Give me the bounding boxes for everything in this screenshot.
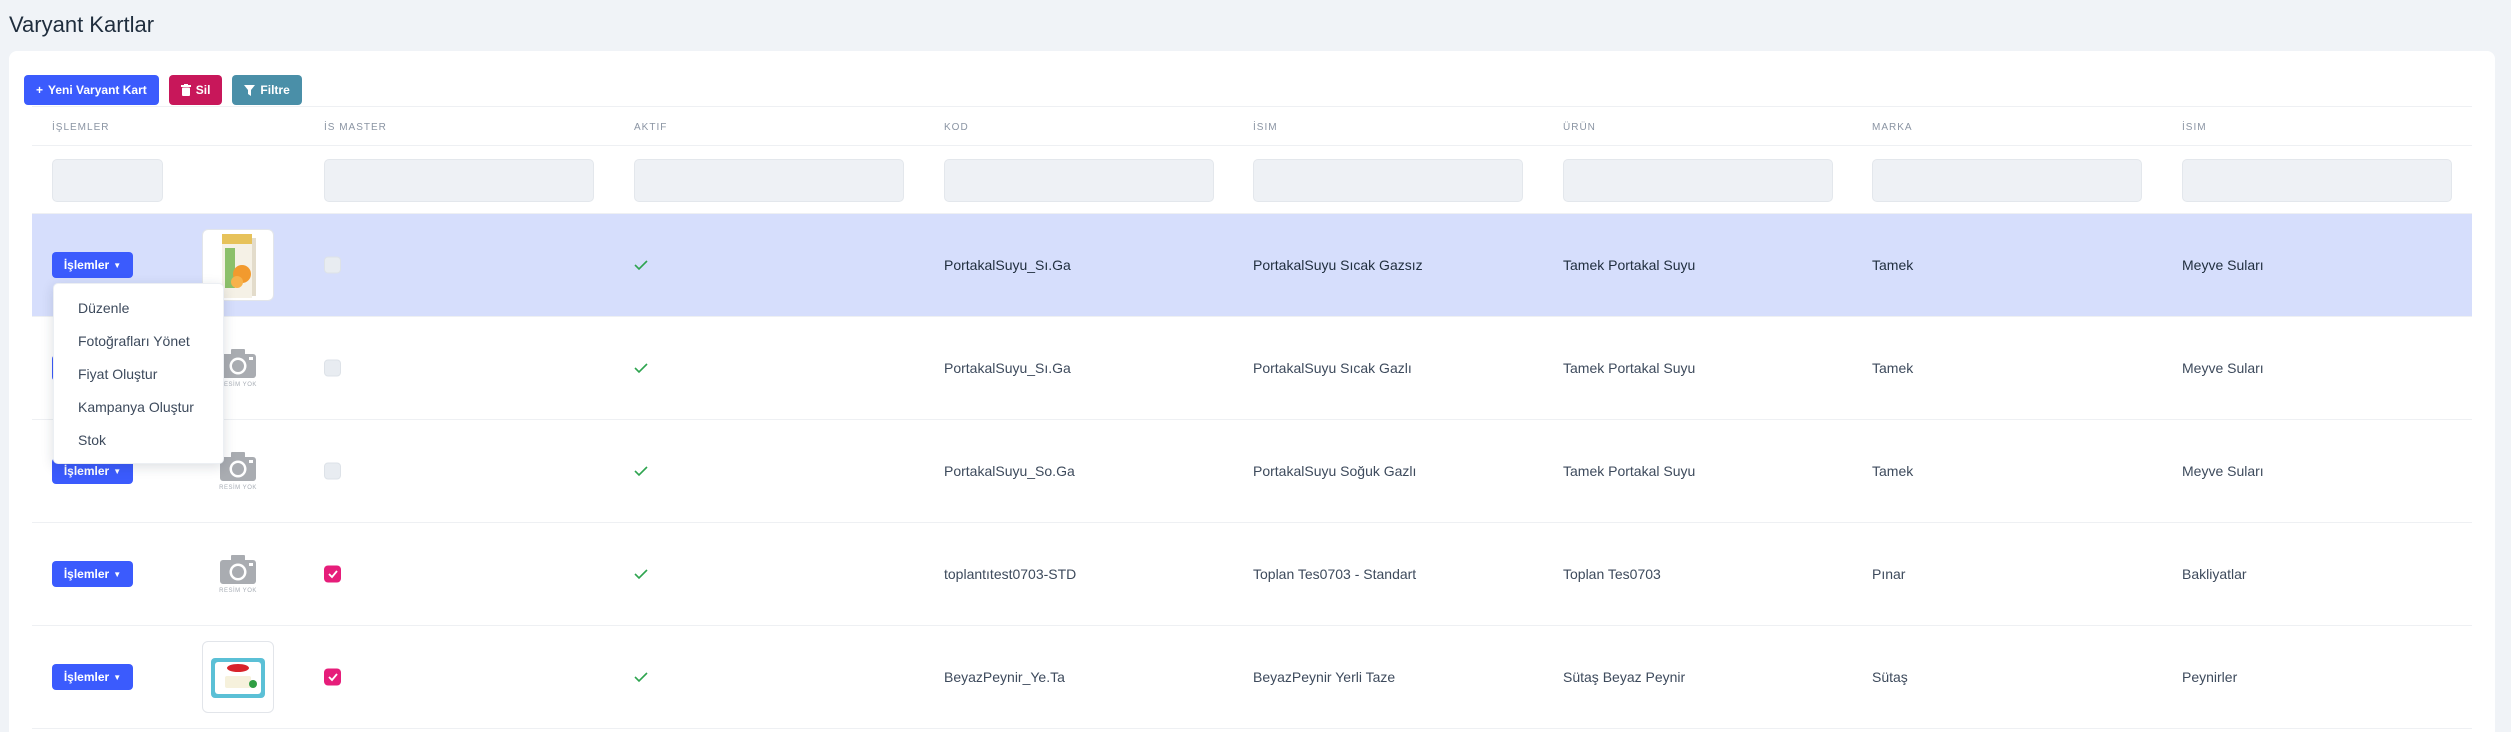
active-check-icon <box>634 466 648 477</box>
no-image-label: RESİM YOK <box>219 485 257 491</box>
is-master-checkbox[interactable] <box>324 668 341 686</box>
is-master-checkbox[interactable] <box>324 359 341 377</box>
camera-icon <box>220 555 256 584</box>
checkmark-icon <box>327 673 338 682</box>
menu-item-stock[interactable]: Stok <box>78 432 106 448</box>
column-header-is-master[interactable]: İs Master <box>324 122 387 133</box>
cell-category: Peynirler <box>2182 669 2238 685</box>
filter-button[interactable]: Filtre <box>232 75 302 105</box>
active-check-icon <box>634 260 648 271</box>
is-master-checkbox[interactable] <box>324 256 341 274</box>
row-actions-label: İşlemler <box>63 567 110 581</box>
new-variant-card-label: Yeni Varyant Kart <box>48 83 147 97</box>
filter-input-is-master[interactable] <box>324 159 594 202</box>
cell-name: PortakalSuyu Sıcak Gazlı <box>1253 360 1412 376</box>
table-row[interactable]: İşlemler ▼ RESİM YOK PortakalSuyu_So.Ga … <box>32 420 2472 523</box>
cell-code: toplantıtest0703-STD <box>944 566 1077 582</box>
cell-code: PortakalSuyu_Sı.Ga <box>944 360 1071 376</box>
no-image-placeholder: RESİM YOK <box>202 538 274 610</box>
table-header: İşlemler İs Master Aktif Kod İsim Ürün M… <box>32 106 2472 146</box>
table-body: İşlemler ▼ PortakalSuyu_Sı.Ga PortakalSu… <box>32 214 2472 729</box>
delete-button[interactable]: Sil <box>168 75 223 105</box>
camera-icon <box>220 349 256 378</box>
row-actions-label: İşlemler <box>63 258 110 272</box>
caret-down-icon: ▼ <box>113 569 122 579</box>
column-header-actions[interactable]: İşlemler <box>52 122 109 133</box>
column-header-product[interactable]: Ürün <box>1563 122 1596 133</box>
filter-label: Filtre <box>260 83 290 97</box>
menu-item-create-campaign[interactable]: Kampanya Oluştur <box>78 399 194 415</box>
row-actions-button[interactable]: İşlemler ▼ <box>52 561 133 587</box>
actions-dropdown-menu: Düzenle Fotoğrafları Yönet Fiyat Oluştur… <box>53 283 224 464</box>
active-check-icon <box>634 569 648 580</box>
caret-down-icon: ▼ <box>113 260 122 270</box>
no-image-label: RESİM YOK <box>219 588 257 594</box>
row-actions-button[interactable]: İşlemler ▼ <box>52 664 133 690</box>
filter-input-brand[interactable] <box>1872 159 2142 202</box>
checkmark-icon <box>327 570 338 579</box>
filter-row <box>32 146 2472 214</box>
cell-product: Sütaş Beyaz Peynir <box>1563 669 1686 685</box>
menu-item-manage-photos[interactable]: Fotoğrafları Yönet <box>78 333 190 349</box>
filter-input-code[interactable] <box>944 159 1214 202</box>
new-variant-card-button[interactable]: + Yeni Varyant Kart <box>24 75 159 105</box>
cell-brand: Sütaş <box>1872 669 1908 685</box>
toolbar: + Yeni Varyant Kart Sil Filtre <box>24 75 302 105</box>
is-master-checkbox[interactable] <box>324 462 341 480</box>
filter-input-category[interactable] <box>2182 159 2452 202</box>
column-header-brand[interactable]: Marka <box>1872 122 1913 133</box>
column-header-name[interactable]: İsim <box>1253 122 1278 133</box>
column-header-category[interactable]: İsim <box>2182 122 2207 133</box>
filter-input-active[interactable] <box>634 159 904 202</box>
column-header-code[interactable]: Kod <box>944 122 969 133</box>
cell-name: PortakalSuyu Sıcak Gazsız <box>1253 257 1423 273</box>
cell-name: BeyazPeynir Yerli Taze <box>1253 669 1396 685</box>
cell-code: PortakalSuyu_Sı.Ga <box>944 257 1071 273</box>
active-check-icon <box>634 672 648 683</box>
table-row[interactable]: İşlemler ▼ PortakalSuyu_Sı.Ga PortakalSu… <box>32 214 2472 317</box>
cell-category: Bakliyatlar <box>2182 566 2247 582</box>
camera-icon <box>220 452 256 481</box>
no-image-label: RESİM YOK <box>219 382 257 388</box>
filter-input-actions[interactable] <box>52 159 163 202</box>
active-check-icon <box>634 363 648 374</box>
cell-product: Tamek Portakal Suyu <box>1563 360 1696 376</box>
column-header-active[interactable]: Aktif <box>634 122 667 133</box>
cell-code: PortakalSuyu_So.Ga <box>944 463 1075 479</box>
row-actions-label: İşlemler <box>63 464 110 478</box>
page-title: Varyant Kartlar <box>9 12 155 37</box>
table-row[interactable]: İşlemler ▼ RESİM YOK toplantıtest0703-ST… <box>32 523 2472 626</box>
cheese-package-image <box>211 658 265 698</box>
cell-category: Meyve Suları <box>2182 257 2264 273</box>
cell-brand: Tamek <box>1872 463 1914 479</box>
table-row[interactable]: İşlemler ▼ BeyazPeynir_Ye.Ta BeyazPeynir… <box>32 626 2472 729</box>
cell-name: Toplan Tes0703 - Standart <box>1253 566 1417 582</box>
cell-product: Toplan Tes0703 <box>1563 566 1661 582</box>
trash-icon <box>180 84 191 96</box>
filter-input-name[interactable] <box>1253 159 1523 202</box>
cell-category: Meyve Suları <box>2182 463 2264 479</box>
filter-input-product[interactable] <box>1563 159 1833 202</box>
cell-name: PortakalSuyu Soğuk Gazlı <box>1253 463 1417 479</box>
menu-item-create-price[interactable]: Fiyat Oluştur <box>78 366 157 382</box>
is-master-checkbox[interactable] <box>324 565 341 583</box>
cell-brand: Tamek <box>1872 360 1914 376</box>
cell-product: Tamek Portakal Suyu <box>1563 257 1696 273</box>
cell-brand: Pınar <box>1872 566 1906 582</box>
caret-down-icon: ▼ <box>113 466 122 476</box>
table-row[interactable]: İşlemler ▼ RESİM YOK PortakalSuyu_Sı.Ga … <box>32 317 2472 420</box>
row-actions-button[interactable]: İşlemler ▼ <box>52 252 133 278</box>
cell-product: Tamek Portakal Suyu <box>1563 463 1696 479</box>
cell-code: BeyazPeynir_Ye.Ta <box>944 669 1065 685</box>
delete-label: Sil <box>195 83 211 97</box>
funnel-icon <box>244 84 256 96</box>
plus-icon: + <box>36 83 44 97</box>
cell-brand: Tamek <box>1872 257 1914 273</box>
caret-down-icon: ▼ <box>113 672 122 682</box>
variant-table: İşlemler İs Master Aktif Kod İsim Ürün M… <box>32 106 2472 729</box>
menu-item-edit[interactable]: Düzenle <box>78 300 129 316</box>
row-actions-label: İşlemler <box>63 670 110 684</box>
cell-category: Meyve Suları <box>2182 360 2264 376</box>
product-image[interactable] <box>202 641 274 713</box>
